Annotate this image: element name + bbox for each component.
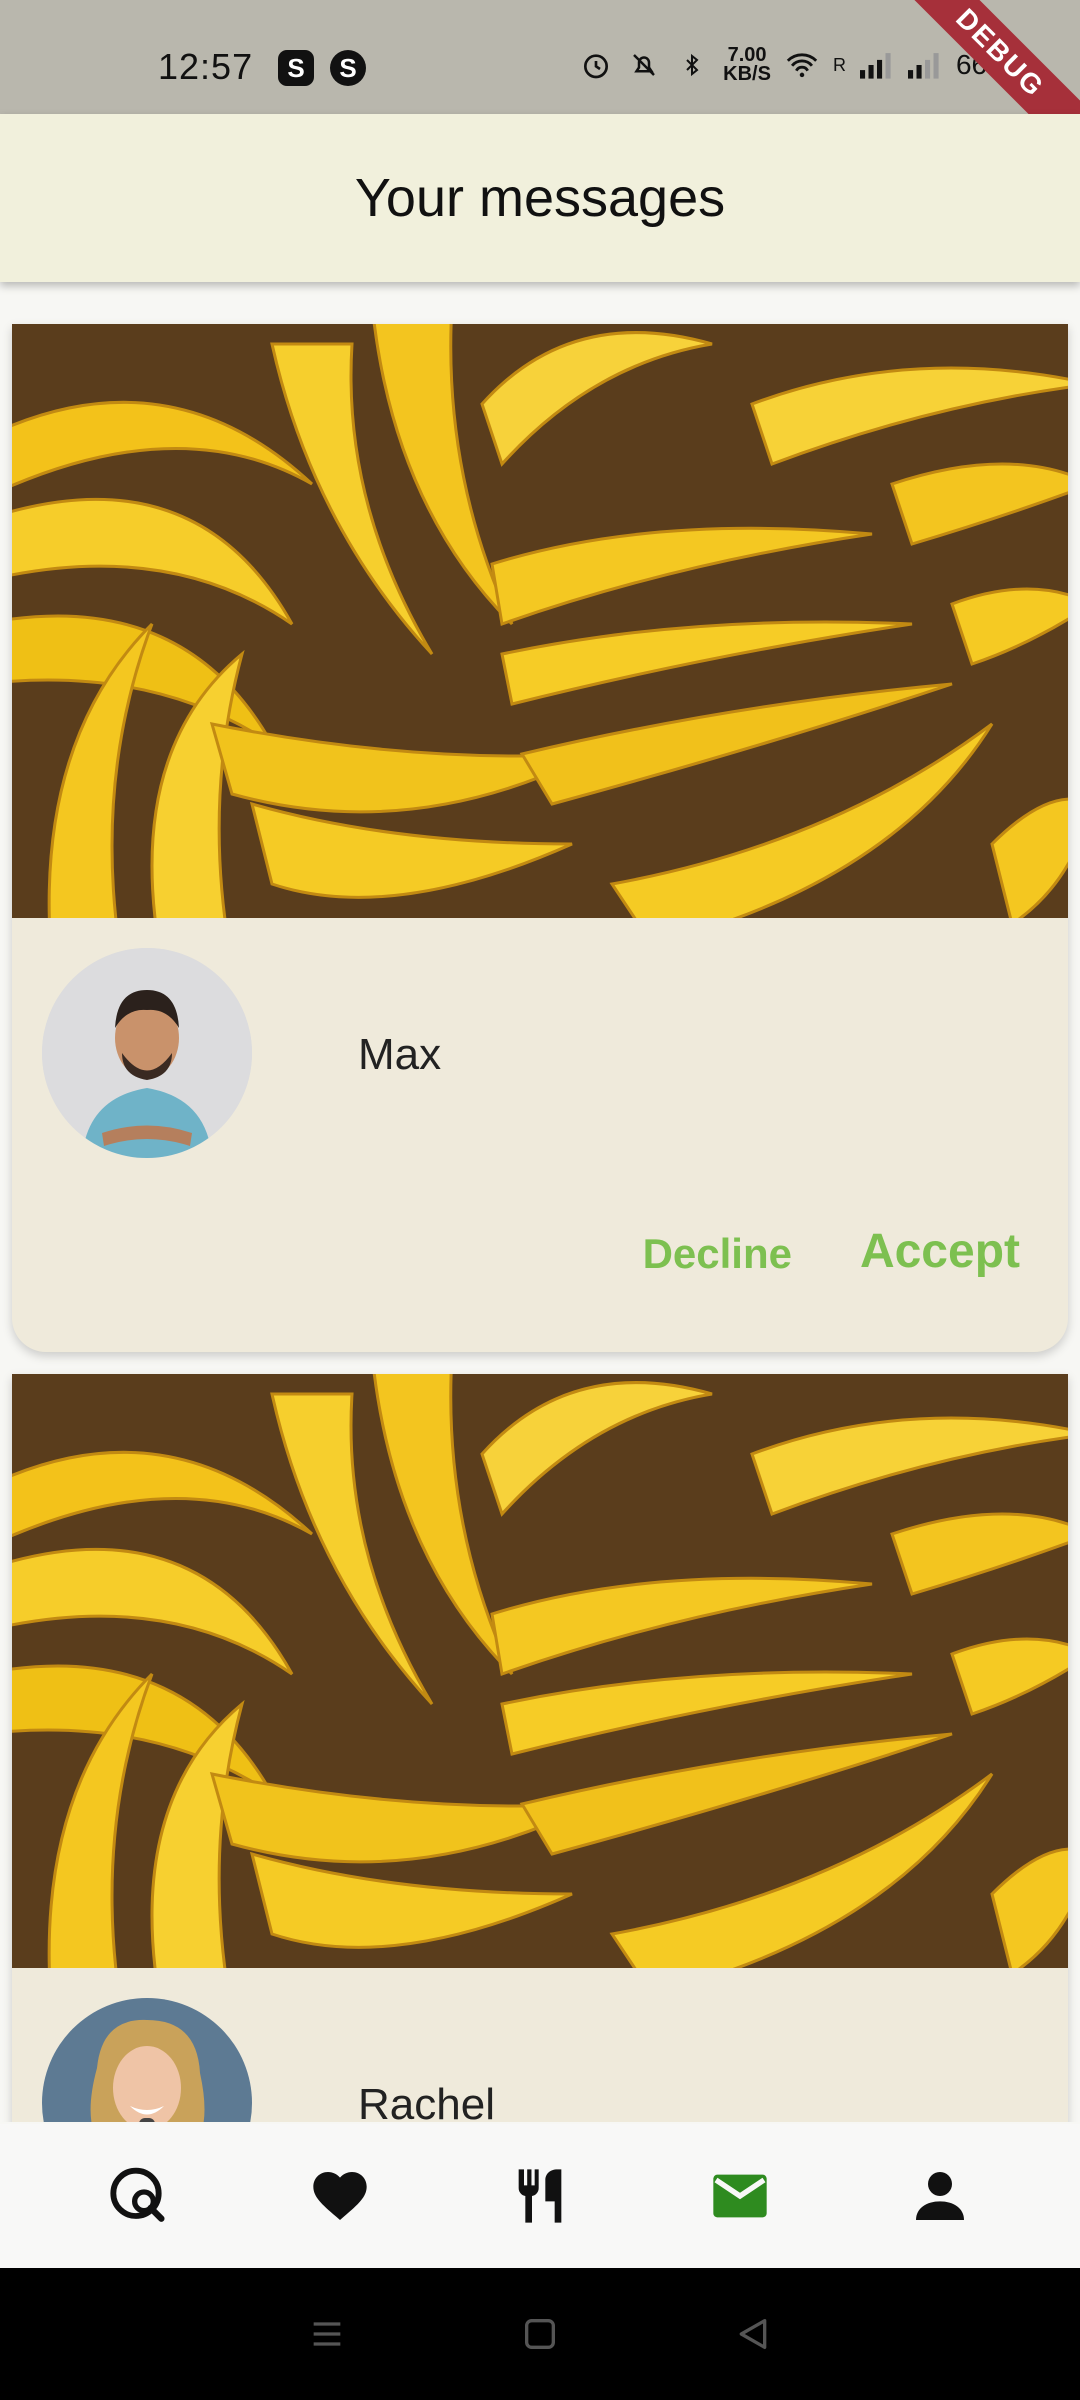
sender-name: Max: [358, 1030, 442, 1079]
avatar: [42, 948, 252, 1158]
nav-messages[interactable]: [690, 2146, 790, 2246]
nav-restaurants[interactable]: [490, 2146, 590, 2246]
status-icons: 7.00 KB/S R 66%: [579, 44, 1012, 85]
banana-image: [12, 324, 1068, 918]
app-notification-icon: S: [278, 50, 314, 86]
messages-list[interactable]: Max Decline Accept Rachel: [0, 282, 1080, 2122]
message-body: Max Decline Accept: [12, 918, 1068, 1352]
restaurant-icon: [518, 2169, 562, 2223]
bluetooth-icon: [675, 48, 709, 82]
recents-button[interactable]: [297, 2304, 357, 2364]
status-bar: 12:57 S S 7.00 KB/S R DEBUG: [0, 0, 1080, 176]
bottom-navigation: [0, 2124, 1080, 2268]
home-square-icon: [524, 2319, 555, 2349]
app-bar: Your messages: [0, 114, 1080, 282]
message-card: Max Decline Accept: [12, 324, 1068, 1352]
back-triangle-icon: [739, 2319, 767, 2349]
nav-profile[interactable]: [890, 2146, 990, 2246]
banana-image: [12, 1374, 1068, 1968]
nav-favorites[interactable]: [290, 2146, 390, 2246]
app-notification-icon: S: [330, 50, 366, 86]
accept-button[interactable]: Accept: [860, 1224, 1020, 1279]
heart-icon: [313, 2172, 367, 2220]
alarm-icon: [579, 48, 613, 82]
roaming-indicator: R: [832, 54, 846, 75]
net-speed: 7.00 KB/S: [723, 44, 771, 85]
signal-icon: [859, 48, 894, 82]
decline-button[interactable]: Decline: [643, 1230, 792, 1278]
message-card: Rachel: [12, 1374, 1068, 2122]
mute-icon: [627, 48, 661, 82]
message-body: Rachel: [12, 1968, 1068, 2122]
home-button[interactable]: [510, 2304, 570, 2364]
wifi-icon: [785, 48, 819, 82]
sender-name: Rachel: [358, 2080, 495, 2122]
menu-icon: [313, 2322, 340, 2346]
avatar: [42, 1998, 252, 2122]
screen: 12:57 S S 7.00 KB/S R DEBUG Your message…: [0, 0, 1080, 2400]
nav-explore[interactable]: [90, 2146, 190, 2246]
status-time: 12:57: [158, 46, 254, 87]
person-icon: [916, 2172, 964, 2220]
back-button[interactable]: [723, 2304, 783, 2364]
explore-icon: [110, 2167, 165, 2222]
signal-icon: [907, 48, 942, 82]
mail-icon: [713, 2174, 767, 2218]
system-navigation-bar: [0, 2268, 1080, 2400]
page-title: Your messages: [354, 168, 726, 228]
